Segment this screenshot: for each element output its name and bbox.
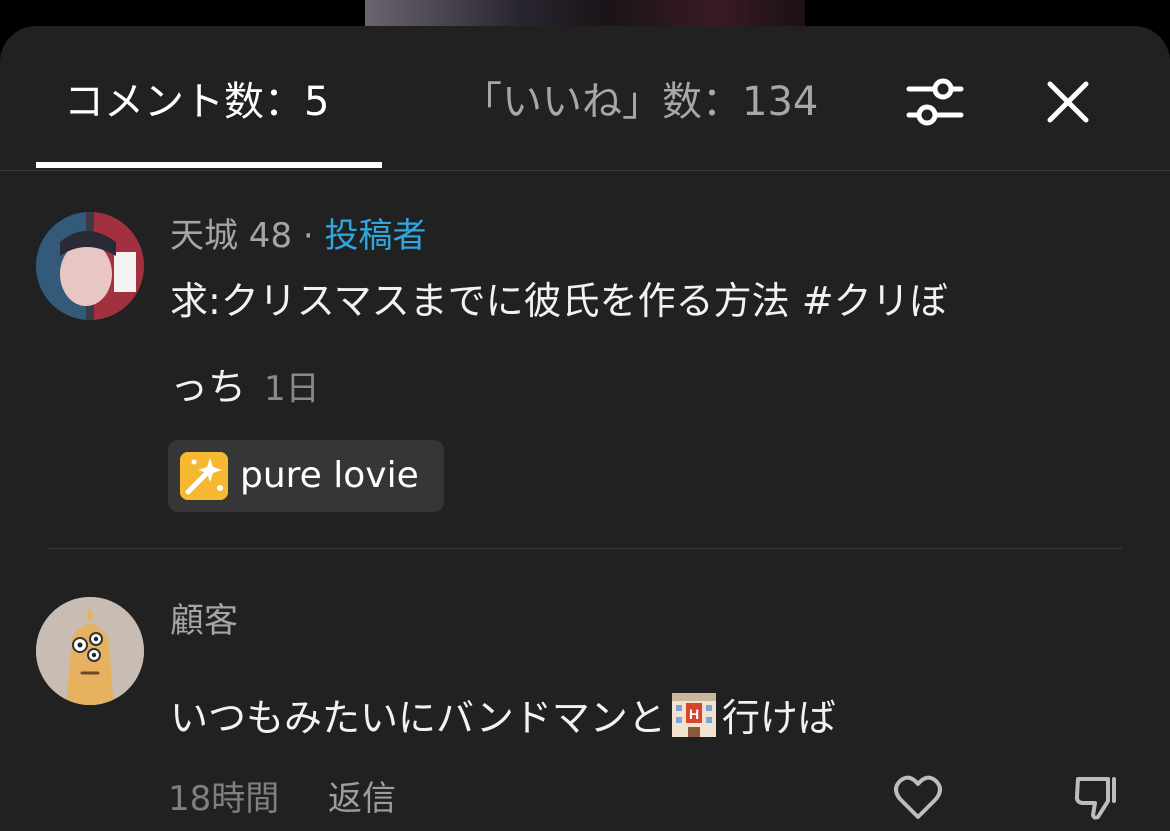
author-tag: 投稿者 [324, 216, 427, 256]
thumbs-down-icon [1074, 777, 1116, 820]
sliders-icon [906, 78, 964, 126]
comment-username[interactable]: 顧客 [170, 599, 238, 643]
close-icon [1047, 81, 1089, 123]
comment-time: 1日 [264, 369, 320, 409]
tab-likes[interactable]: 「いいね」数：134 [462, 76, 818, 128]
sparkle-icon [180, 452, 228, 500]
comment-divider [48, 548, 1122, 549]
tab-bar: コメント数：5 「いいね」数：134 [0, 26, 1170, 171]
comment-time: 18時間 [168, 779, 280, 819]
close-button[interactable] [1038, 72, 1098, 132]
active-tab-indicator [36, 162, 382, 168]
svg-text:H: H [689, 706, 699, 722]
username-text: 天城 48 [170, 216, 293, 256]
heart-icon [894, 775, 942, 819]
comment-text-part1: いつもみたいにバンドマンと [170, 696, 666, 740]
comment-text-line1: 求:クリスマスまでに彼氏を作る方法 #クリぼ [170, 279, 948, 323]
avatar-image [36, 212, 144, 320]
avatar[interactable] [36, 597, 144, 705]
like-button[interactable] [890, 769, 946, 825]
reaction-chip[interactable]: pure lovie [168, 440, 444, 512]
tab-comments[interactable]: コメント数：5 [64, 76, 329, 128]
avatar-image [36, 597, 144, 705]
username-separator: · [292, 216, 325, 256]
comment-text-part2: 行けば [721, 696, 836, 740]
comment-text-line2: っち 1日 [170, 362, 320, 414]
comments-sheet: コメント数：5 「いいね」数：134 天城 48 · 投稿者 求:クリスマスまで… [0, 26, 1170, 831]
chip-label: pure lovie [240, 455, 419, 496]
filter-button[interactable] [905, 72, 965, 132]
comment-username[interactable]: 天城 48 · 投稿者 [170, 214, 427, 258]
comment-footer: 18時間 返信 [168, 777, 396, 821]
reply-button[interactable]: 返信 [328, 777, 396, 821]
avatar[interactable] [36, 212, 144, 320]
hotel-emoji-icon: H [671, 693, 716, 737]
comment-text: いつもみたいにバンドマンと H 行けば [170, 689, 836, 744]
dislike-button[interactable] [1070, 769, 1126, 825]
comment-text-continued: っち [170, 365, 247, 409]
